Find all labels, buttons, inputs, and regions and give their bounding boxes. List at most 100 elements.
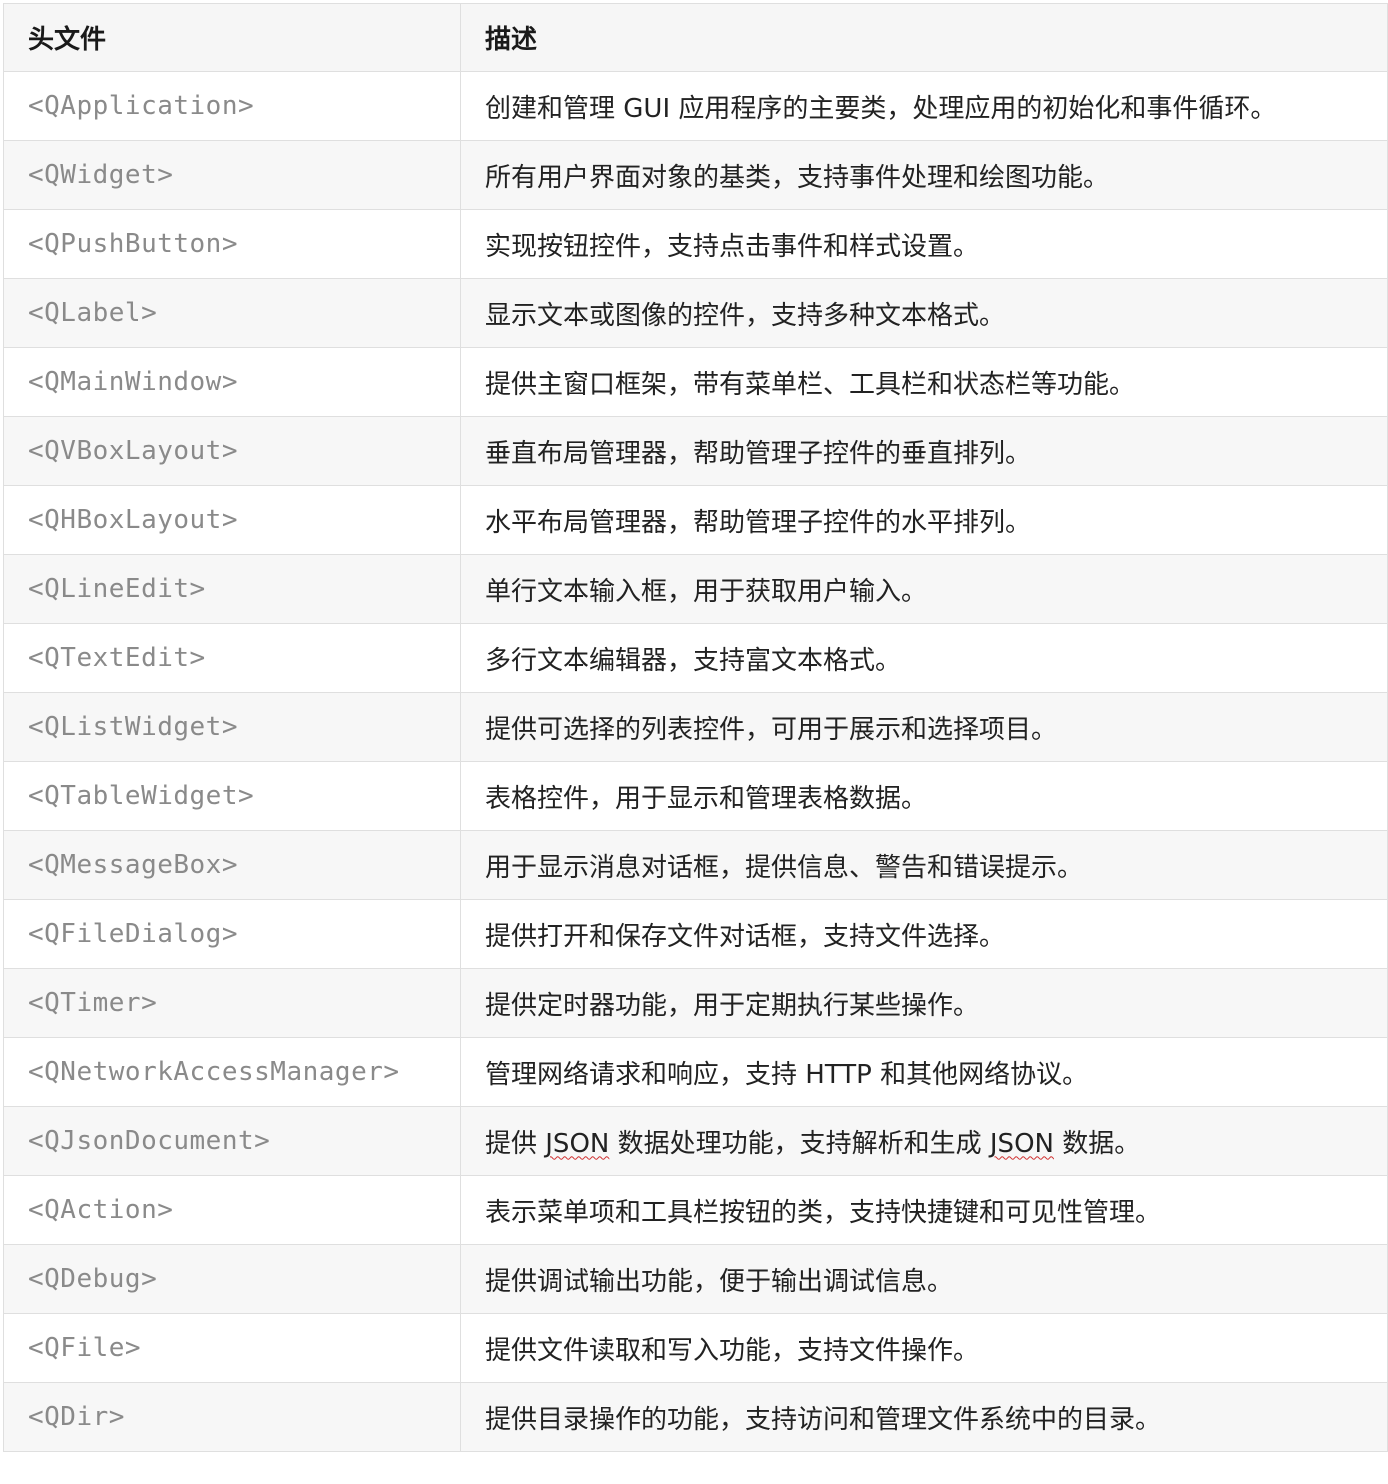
header-file-name: <QApplication> — [28, 91, 255, 121]
table-row: <QNetworkAccessManager> 管理网络请求和响应，支持 HTTP… — [3, 1037, 1388, 1107]
description-cell: 创建和管理 GUI 应用程序的主要类，处理应用的初始化和事件循环。 — [460, 71, 1388, 141]
header-file-cell: <QFileDialog> — [3, 899, 461, 969]
description-text: 提供目录操作的功能，支持访问和管理文件系统中的目录。 — [485, 1404, 1162, 1435]
description-cell: 提供可选择的列表控件，可用于展示和选择项目。 — [460, 692, 1388, 762]
description-cell: 单行文本输入框，用于获取用户输入。 — [460, 554, 1388, 624]
header-file-name: <QMessageBox> — [28, 850, 238, 880]
table-row: <QVBoxLayout> 垂直布局管理器，帮助管理子控件的垂直排列。 — [3, 416, 1388, 486]
header-file-name: <QListWidget> — [28, 712, 238, 742]
spellcheck-word: JSON — [545, 1128, 610, 1159]
description-text: 显示文本或图像的控件，支持多种文本格式。 — [485, 300, 1006, 331]
header-file-cell: <QApplication> — [3, 71, 461, 141]
header-file-cell: <QDebug> — [3, 1244, 461, 1314]
description-cell: 多行文本编辑器，支持富文本格式。 — [460, 623, 1388, 693]
header-file-cell: <QJsonDocument> — [3, 1106, 461, 1176]
header-file-cell: <QFile> — [3, 1313, 461, 1383]
description-text: 提供可选择的列表控件，可用于展示和选择项目。 — [485, 714, 1058, 745]
description-text: 表示菜单项和工具栏按钮的类，支持快捷键和可见性管理。 — [485, 1197, 1162, 1228]
header-file-name: <QVBoxLayout> — [28, 436, 238, 466]
header-file-name: <QAction> — [28, 1195, 174, 1225]
table-row: <QFileDialog> 提供打开和保存文件对话框，支持文件选择。 — [3, 899, 1388, 969]
table-row: <QDebug> 提供调试输出功能，便于输出调试信息。 — [3, 1244, 1388, 1314]
header-file-cell: <QMessageBox> — [3, 830, 461, 900]
table-body: <QApplication> 创建和管理 GUI 应用程序的主要类，处理应用的初始… — [3, 71, 1388, 1452]
header-file-name: <QTimer> — [28, 988, 158, 1018]
header-file-cell: <QAction> — [3, 1175, 461, 1245]
table-row: <QHBoxLayout> 水平布局管理器，帮助管理子控件的水平排列。 — [3, 485, 1388, 555]
header-file-cell: <QVBoxLayout> — [3, 416, 461, 486]
header-file-cell: <QWidget> — [3, 140, 461, 210]
description-text: 多行文本编辑器，支持富文本格式。 — [485, 645, 902, 676]
table-row: <QWidget> 所有用户界面对象的基类，支持事件处理和绘图功能。 — [3, 140, 1388, 210]
description-text: 提供定时器功能，用于定期执行某些操作。 — [485, 990, 980, 1021]
table-row: <QPushButton> 实现按钮控件，支持点击事件和样式设置。 — [3, 209, 1388, 279]
description-cell: 所有用户界面对象的基类，支持事件处理和绘图功能。 — [460, 140, 1388, 210]
description-cell: 提供定时器功能，用于定期执行某些操作。 — [460, 968, 1388, 1038]
table-row: <QLineEdit> 单行文本输入框，用于获取用户输入。 — [3, 554, 1388, 624]
description-text: 提供调试输出功能，便于输出调试信息。 — [485, 1266, 954, 1297]
header-file-name: <QJsonDocument> — [28, 1126, 271, 1156]
header-file-cell: <QTableWidget> — [3, 761, 461, 831]
header-file-name: <QTextEdit> — [28, 643, 206, 673]
header-file-cell: <QLineEdit> — [3, 554, 461, 624]
description-cell: 垂直布局管理器，帮助管理子控件的垂直排列。 — [460, 416, 1388, 486]
table-row: <QTextEdit> 多行文本编辑器，支持富文本格式。 — [3, 623, 1388, 693]
description-cell: 提供文件读取和写入功能，支持文件操作。 — [460, 1313, 1388, 1383]
table-row: <QTableWidget> 表格控件，用于显示和管理表格数据。 — [3, 761, 1388, 831]
description-cell: 实现按钮控件，支持点击事件和样式设置。 — [460, 209, 1388, 279]
header-file-name: <QDir> — [28, 1402, 125, 1432]
description-text: 提供打开和保存文件对话框，支持文件选择。 — [485, 921, 1006, 952]
header-file-name: <QFileDialog> — [28, 919, 238, 949]
table-row: <QMessageBox> 用于显示消息对话框，提供信息、警告和错误提示。 — [3, 830, 1388, 900]
description-text: 提供主窗口框架，带有菜单栏、工具栏和状态栏等功能。 — [485, 369, 1136, 400]
description-cell: 提供打开和保存文件对话框，支持文件选择。 — [460, 899, 1388, 969]
table-row: <QAction> 表示菜单项和工具栏按钮的类，支持快捷键和可见性管理。 — [3, 1175, 1388, 1245]
table-row: <QTimer> 提供定时器功能，用于定期执行某些操作。 — [3, 968, 1388, 1038]
description-cell: 表格控件，用于显示和管理表格数据。 — [460, 761, 1388, 831]
column-header-file: 头文件 — [3, 3, 461, 72]
description-cell: 用于显示消息对话框，提供信息、警告和错误提示。 — [460, 830, 1388, 900]
description-text: 垂直布局管理器，帮助管理子控件的垂直排列。 — [485, 438, 1032, 469]
header-file-cell: <QDir> — [3, 1382, 461, 1452]
description-cell: 提供目录操作的功能，支持访问和管理文件系统中的目录。 — [460, 1382, 1388, 1452]
header-file-name: <QLabel> — [28, 298, 158, 328]
table-row: <QMainWindow> 提供主窗口框架，带有菜单栏、工具栏和状态栏等功能。 — [3, 347, 1388, 417]
header-file-cell: <QNetworkAccessManager> — [3, 1037, 461, 1107]
description-cell: 提供主窗口框架，带有菜单栏、工具栏和状态栏等功能。 — [460, 347, 1388, 417]
description-text: 提供 JSON 数据处理功能，支持解析和生成 JSON 数据。 — [485, 1128, 1141, 1159]
header-file-cell: <QTimer> — [3, 968, 461, 1038]
description-cell: 水平布局管理器，帮助管理子控件的水平排列。 — [460, 485, 1388, 555]
description-text: 管理网络请求和响应，支持 HTTP 和其他网络协议。 — [485, 1059, 1089, 1090]
header-file-name: <QFile> — [28, 1333, 142, 1363]
header-file-name: <QHBoxLayout> — [28, 505, 238, 535]
header-file-cell: <QTextEdit> — [3, 623, 461, 693]
header-file-cell: <QLabel> — [3, 278, 461, 348]
table-row: <QApplication> 创建和管理 GUI 应用程序的主要类，处理应用的初始… — [3, 71, 1388, 141]
table-header-row: 头文件 描述 — [3, 3, 1388, 72]
header-file-name: <QMainWindow> — [28, 367, 238, 397]
table-row: <QDir> 提供目录操作的功能，支持访问和管理文件系统中的目录。 — [3, 1382, 1388, 1452]
header-file-name: <QPushButton> — [28, 229, 238, 259]
description-text: 水平布局管理器，帮助管理子控件的水平排列。 — [485, 507, 1032, 538]
header-file-name: <QDebug> — [28, 1264, 158, 1294]
qt-header-table: 头文件 描述 <QApplication> 创建和管理 GUI 应用程序的主要类，… — [3, 3, 1388, 1452]
description-text: 单行文本输入框，用于获取用户输入。 — [485, 576, 928, 607]
header-file-name: <QWidget> — [28, 160, 174, 190]
header-file-cell: <QPushButton> — [3, 209, 461, 279]
spellcheck-word: JSON — [989, 1128, 1054, 1159]
header-file-cell: <QHBoxLayout> — [3, 485, 461, 555]
header-file-name: <QTableWidget> — [28, 781, 255, 811]
column-header-description: 描述 — [460, 3, 1388, 72]
description-text: 实现按钮控件，支持点击事件和样式设置。 — [485, 231, 980, 262]
table-row: <QFile> 提供文件读取和写入功能，支持文件操作。 — [3, 1313, 1388, 1383]
description-text: 用于显示消息对话框，提供信息、警告和错误提示。 — [485, 852, 1084, 883]
description-cell: 表示菜单项和工具栏按钮的类，支持快捷键和可见性管理。 — [460, 1175, 1388, 1245]
description-text: 提供文件读取和写入功能，支持文件操作。 — [485, 1335, 980, 1366]
header-file-cell: <QListWidget> — [3, 692, 461, 762]
description-text: 表格控件，用于显示和管理表格数据。 — [485, 783, 928, 814]
description-cell: 提供 JSON 数据处理功能，支持解析和生成 JSON 数据。 — [460, 1106, 1388, 1176]
header-file-name: <QLineEdit> — [28, 574, 206, 604]
header-file-cell: <QMainWindow> — [3, 347, 461, 417]
description-cell: 显示文本或图像的控件，支持多种文本格式。 — [460, 278, 1388, 348]
header-file-name: <QNetworkAccessManager> — [28, 1057, 400, 1087]
